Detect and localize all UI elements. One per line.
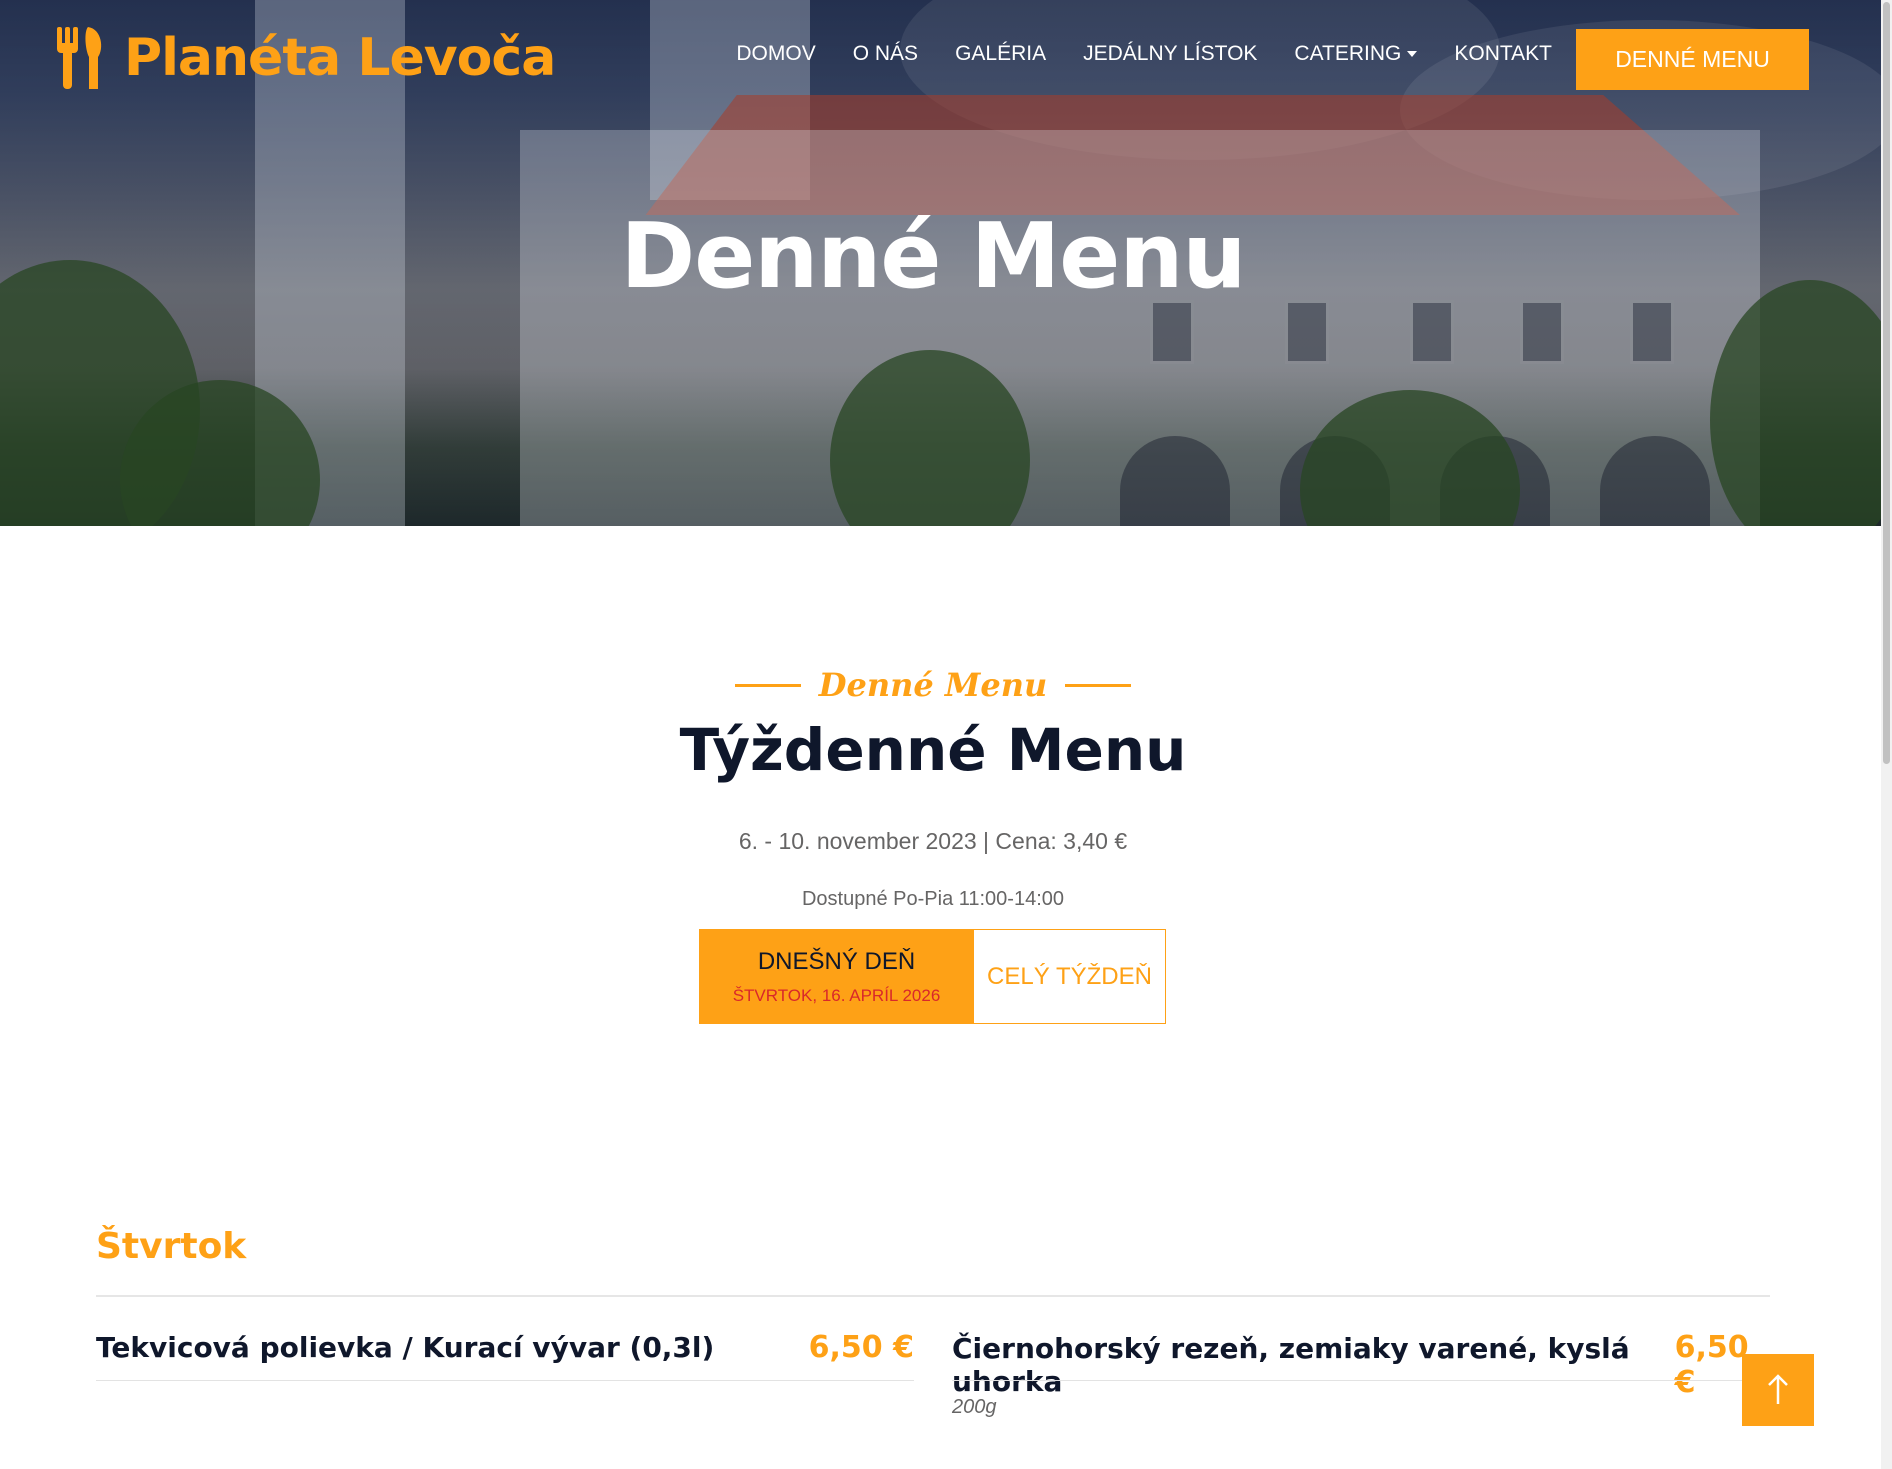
brand-logo[interactable]: Planéta Levoča <box>54 26 556 90</box>
menu-item-divider <box>96 1380 914 1381</box>
arrow-up-icon <box>1768 1374 1788 1404</box>
section-subtitle-text: Denné Menu <box>818 666 1048 704</box>
page-title: Denné Menu <box>620 204 1246 309</box>
menu-item-price: 6,50 € <box>808 1330 914 1365</box>
availability-text: Dostupné Po-Pia 11:00-14:00 <box>801 888 1065 910</box>
back-to-top-button[interactable] <box>1742 1354 1814 1426</box>
caret-down-icon <box>1407 51 1418 57</box>
tab-today[interactable]: DNEŠNÝ DEŇ ŠTVRTOK, 16. APRÍL 2026 <box>699 929 974 1024</box>
menu-item: Čiernohorský rezeň, zemiaky varené, kysl… <box>952 1330 1770 1400</box>
nav-item-jedalny-listok[interactable]: JEDÁLNY LÍSTOK <box>1083 42 1257 66</box>
menu-item-divider <box>952 1380 1770 1381</box>
brand-name: Planéta Levoča <box>124 28 556 88</box>
menu-item-name: Tekvicová polievka / Kurací vývar (0,3l) <box>96 1331 715 1364</box>
tab-today-date: ŠTVRTOK, 16. APRÍL 2026 <box>732 985 941 1005</box>
tab-today-label: DNEŠNÝ DEŇ <box>757 947 916 975</box>
section-subtitle: Denné Menu <box>0 666 1866 704</box>
nav-item-catering[interactable]: CATERING <box>1294 42 1418 66</box>
tab-whole-week[interactable]: CELÝ TÝŽDEŇ <box>974 929 1166 1024</box>
page-scrollbar[interactable] <box>1881 0 1892 1469</box>
menu-tabs: DNEŠNÝ DEŇ ŠTVRTOK, 16. APRÍL 2026 CELÝ … <box>699 929 1166 1024</box>
menu-item-weight: 200g <box>952 1396 997 1418</box>
daily-menu-button[interactable]: DENNÉ MENU <box>1576 29 1809 90</box>
menu-item-name: Čiernohorský rezeň, zemiaky varené, kysl… <box>952 1332 1630 1398</box>
nav-item-domov[interactable]: DOMOV <box>736 42 815 66</box>
subtitle-line-right <box>1065 683 1132 687</box>
day-heading: Štvrtok <box>96 1226 247 1267</box>
nav-item-kontakt[interactable]: KONTAKT <box>1454 42 1552 66</box>
date-price-text: 6. - 10. november 2023 | Cena: 3,40 € <box>738 828 1128 854</box>
menu-item: Tekvicová polievka / Kurací vývar (0,3l)… <box>96 1330 914 1365</box>
nav-item-galeria[interactable]: GALÉRIA <box>955 42 1046 66</box>
subtitle-line-left <box>734 683 801 687</box>
nav-item-catering-label: CATERING <box>1294 42 1402 65</box>
scrollbar-thumb[interactable] <box>1883 2 1890 764</box>
day-divider <box>96 1295 1770 1297</box>
nav-item-o-nas[interactable]: O NÁS <box>853 42 918 66</box>
main-nav: DOMOV O NÁS GALÉRIA JEDÁLNY LÍSTOK CATER… <box>736 42 1552 66</box>
section-title: Týždenné Menu <box>679 716 1187 784</box>
utensils-icon <box>57 27 102 89</box>
